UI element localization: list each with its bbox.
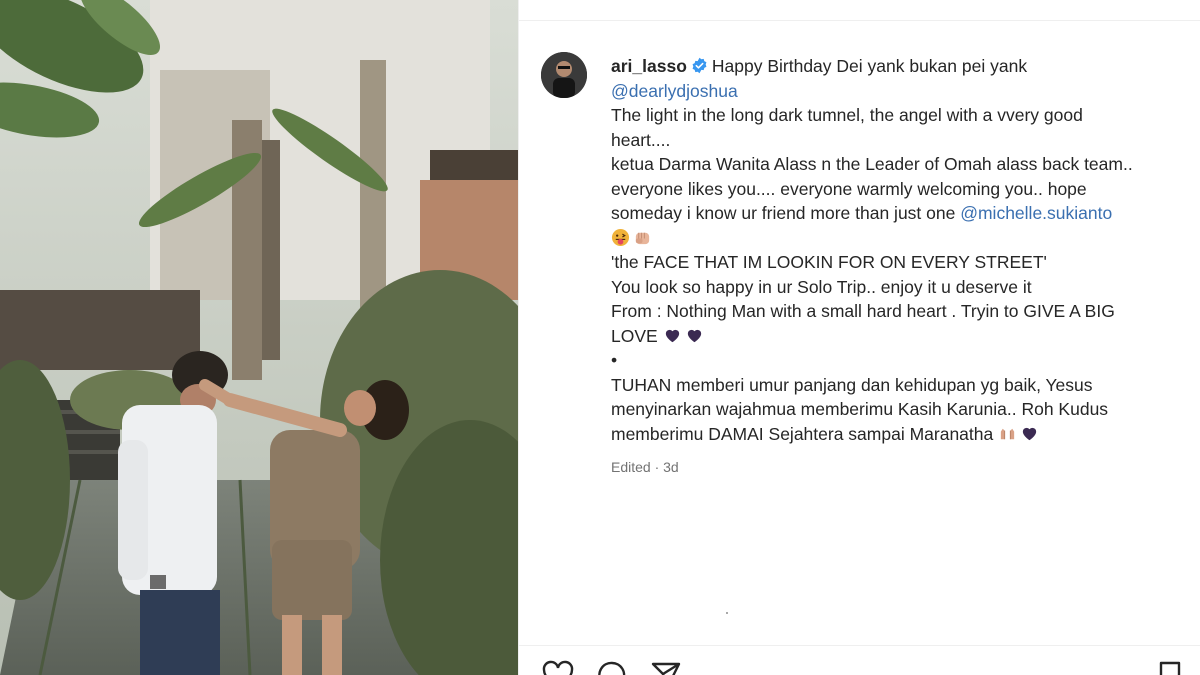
caption-line-3: The light in the long dark tumnel, the a… [611,105,1083,125]
mention-michelle-sukianto[interactable]: @michelle.sukianto [960,203,1112,223]
caption-text-16: memberimu DAMAI Sejahtera sampai Maranat… [611,423,994,444]
author-username[interactable]: ari_lasso [611,56,687,76]
actions-divider [519,645,1200,646]
caption-line-10: You look so happy in ur Solo Trip.. enjo… [611,276,1032,297]
caption-line-1: ari_lasso Happy Birthday Dei yank bukan p… [611,54,1181,79]
save-icon[interactable] [1153,660,1187,675]
mention-dearlydjoshua[interactable]: @dearlydjoshua [611,79,1181,104]
like-icon[interactable] [541,660,575,675]
post-caption: ari_lasso Happy Birthday Dei yank bukan p… [611,54,1181,446]
caption-line-7: someday i know ur friend more than just … [611,201,1181,226]
post-photo [0,0,518,675]
fist-emoji [633,228,652,247]
comment-icon[interactable] [595,660,629,675]
loading-dot [726,612,728,614]
caption-line-5: ketua Darma Wanita Alass n the Leader of… [611,154,1133,174]
share-icon[interactable] [649,660,683,675]
caption-line-16: memberimu DAMAI Sejahtera sampai Maranat… [611,422,1181,447]
header-divider [519,20,1200,21]
caption-line-8 [611,226,1181,251]
post-meta-edited: Edited · 3d [611,459,679,475]
caption-line-6: everyone likes you.... everyone warmly w… [611,178,1087,199]
garden-couple-photo [0,0,518,675]
action-bar [541,660,1181,675]
caption-line-12: LOVE [611,324,1181,349]
instagram-post-view: ari_lasso Happy Birthday Dei yank bukan p… [0,0,1200,675]
caption-line-9: 'the FACE THAT IM LOOKIN FOR ON EVERY ST… [611,252,1047,272]
caption-text-7: someday i know ur friend more than just … [611,203,961,223]
purple-heart-emoji [1020,424,1039,443]
caption-line-11: From : Nothing Man with a small hard hea… [611,301,1115,321]
post-detail-panel: ari_lasso Happy Birthday Dei yank bukan p… [518,0,1200,675]
raised-hands-emoji [998,424,1017,443]
caption-text-12: LOVE [611,325,658,346]
caption-line-4: heart.... [611,129,671,150]
purple-heart-emoji [685,326,704,345]
author-avatar[interactable] [541,52,587,98]
tongue-out-face-emoji [611,228,630,247]
avatar-image [541,52,587,98]
caption-bullet: • [611,350,618,370]
verified-badge-icon [691,56,708,74]
caption-line-15: menyinarkan wajahmua memberimu Kasih Kar… [611,399,1109,419]
caption-text-1: Happy Birthday Dei yank bukan pei yank [711,56,1028,76]
purple-heart-emoji [663,326,682,345]
caption-line-14: TUHAN memberi umur panjang dan kehidupan… [611,374,1093,395]
